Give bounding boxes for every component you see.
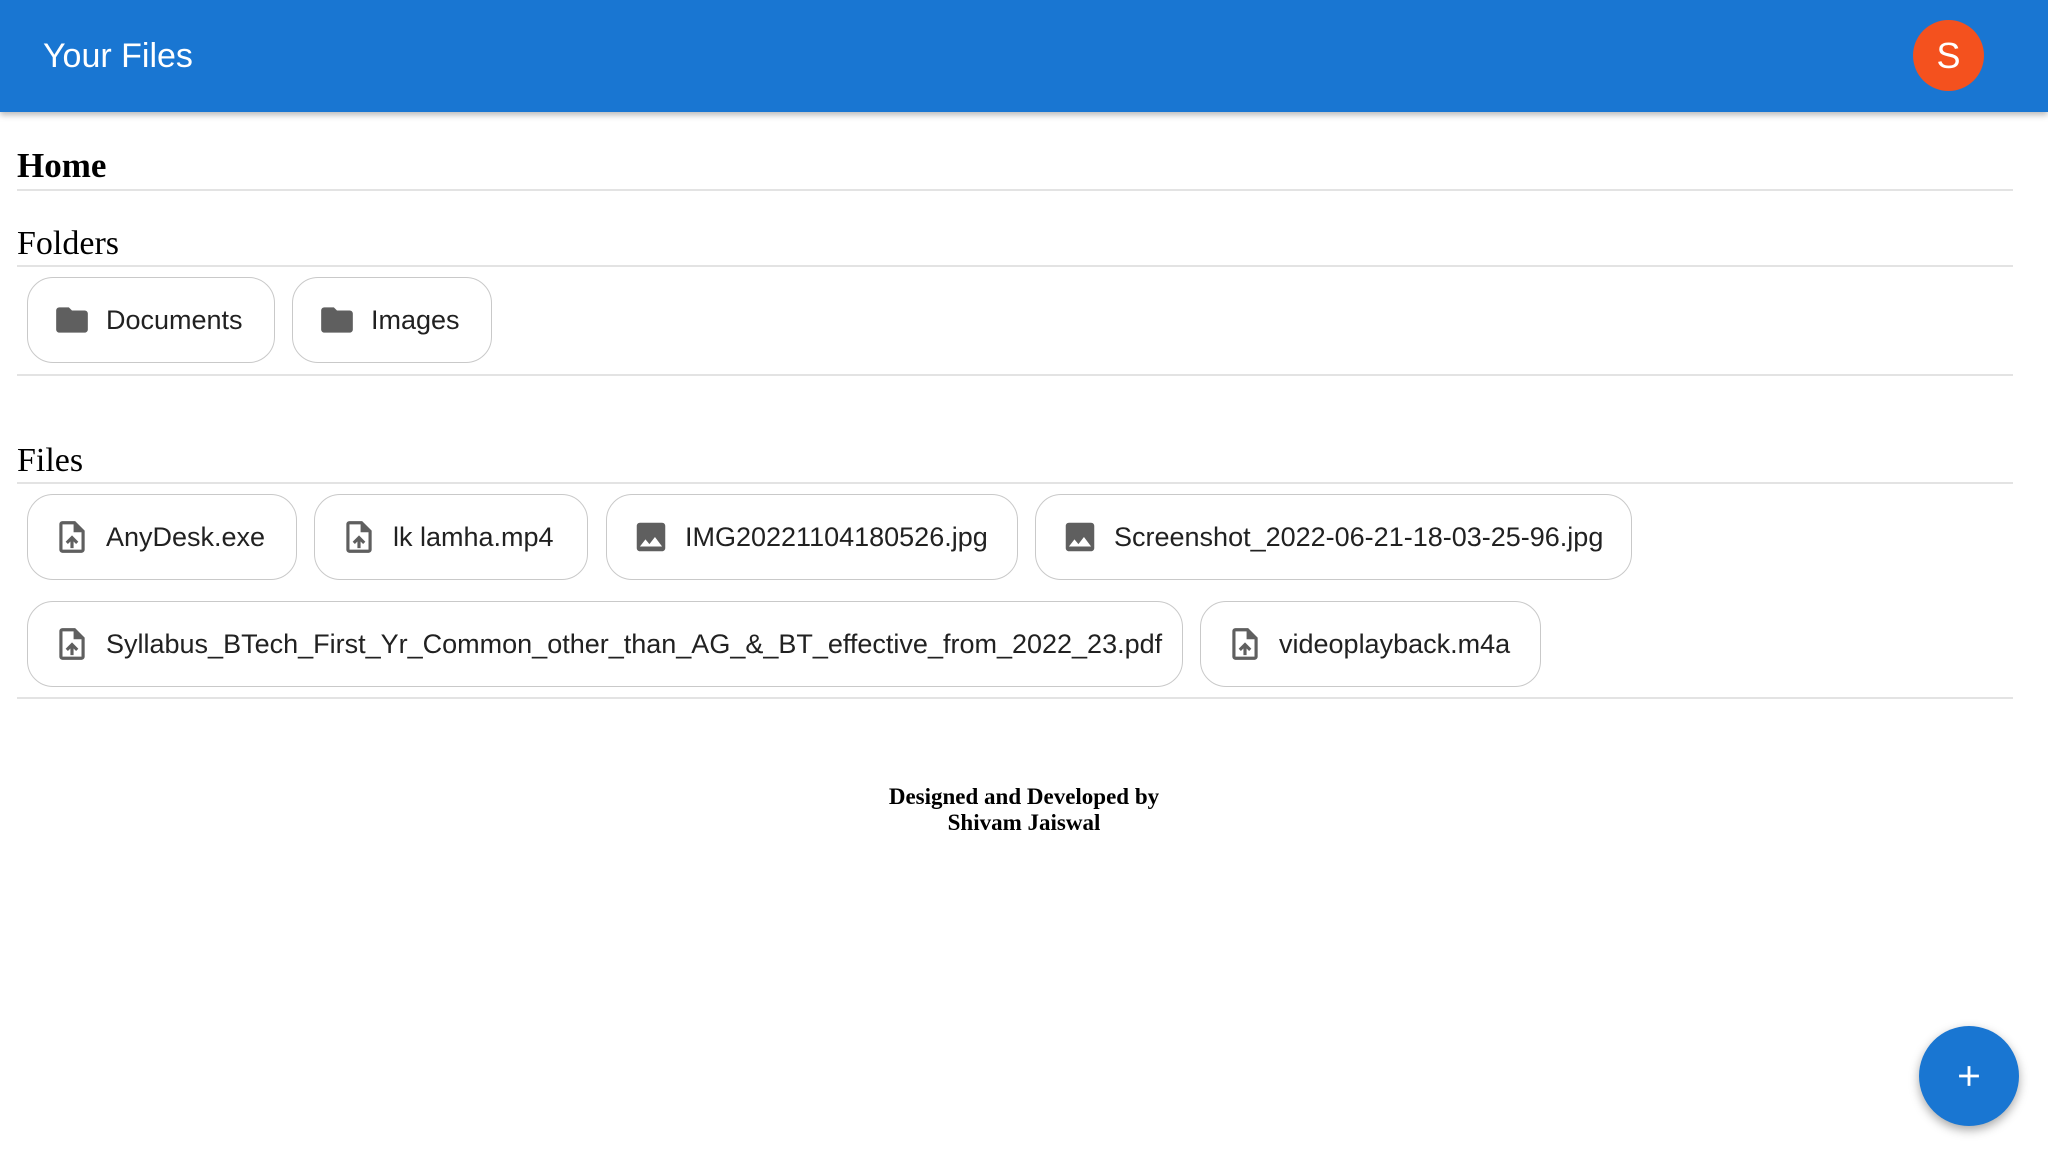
file-chip[interactable]: lk lamha.mp4 [314, 494, 588, 580]
divider [17, 697, 2013, 699]
file-chip[interactable]: videoplayback.m4a [1200, 601, 1541, 687]
file-chip[interactable]: Screenshot_2022-06-21-18-03-25-96.jpg [1035, 494, 1632, 580]
file-upload-icon [53, 518, 91, 556]
folder-chip-images[interactable]: Images [292, 277, 492, 363]
folder-icon [53, 301, 91, 339]
app-title: Your Files [43, 37, 193, 75]
file-upload-icon [340, 518, 378, 556]
divider [17, 374, 2013, 376]
files-heading: Files [17, 442, 84, 479]
folder-name: Images [371, 304, 460, 335]
file-upload-icon [1226, 625, 1264, 663]
file-chip[interactable]: IMG20221104180526.jpg [606, 494, 1018, 580]
user-avatar[interactable]: S [1913, 20, 1984, 91]
file-name: lk lamha.mp4 [393, 521, 554, 552]
file-name: IMG20221104180526.jpg [685, 521, 988, 552]
footer-author: Shivam Jaiswal [947, 810, 1101, 835]
folder-icon [318, 301, 356, 339]
app-bar: Your Files S [0, 0, 2048, 112]
image-icon [632, 518, 670, 556]
file-chip[interactable]: AnyDesk.exe [27, 494, 297, 580]
add-icon [1959, 1066, 1979, 1086]
folder-chip-documents[interactable]: Documents [27, 277, 275, 363]
folders-heading: Folders [17, 225, 119, 262]
file-upload-icon [53, 625, 91, 663]
image-icon [1061, 518, 1099, 556]
divider [17, 265, 2013, 267]
add-button[interactable] [1919, 1026, 2019, 1126]
footer-credit: Designed and Developed by Shivam Jaiswal [0, 784, 2048, 836]
breadcrumb-home[interactable]: Home [17, 146, 106, 186]
file-name: videoplayback.m4a [1279, 628, 1511, 659]
file-name: Screenshot_2022-06-21-18-03-25-96.jpg [1114, 521, 1604, 552]
file-name: Syllabus_BTech_First_Yr_Common_other_tha… [106, 628, 1163, 659]
divider [17, 482, 2013, 484]
divider [17, 189, 2013, 191]
file-chip[interactable]: Syllabus_BTech_First_Yr_Common_other_tha… [27, 601, 1183, 687]
footer-line: Designed and Developed by [888, 784, 1160, 809]
file-name: AnyDesk.exe [106, 521, 266, 552]
folder-name: Documents [106, 304, 243, 335]
